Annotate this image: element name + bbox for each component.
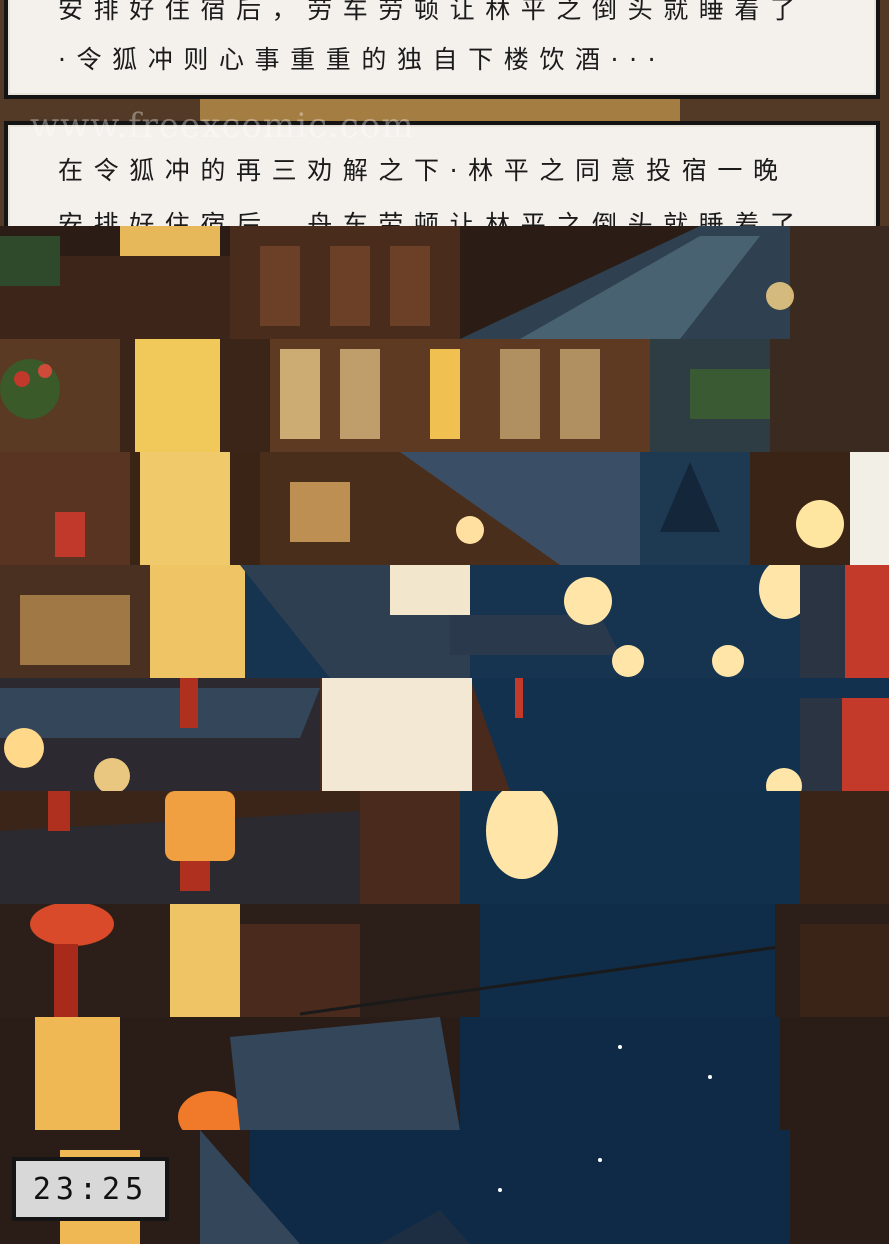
clock-display: 23:25 (12, 1157, 169, 1221)
scene-strip-5 (0, 678, 889, 791)
scene-strip-6 (0, 791, 889, 904)
scene-strip-4 (0, 565, 889, 678)
scene-strip-7 (0, 904, 889, 1017)
scene-strip-3 (0, 452, 889, 565)
scene-strip-1 (0, 226, 889, 339)
scene-strip-2 (0, 339, 889, 452)
narration-line-1: 在令狐冲的再三劝解之下·林平之同意投宿一晚 (58, 156, 789, 185)
narration-line-2: ·令狐冲则心事重重的独自下楼饮酒··· (58, 45, 667, 74)
watermark: www.freexcomic.com (30, 106, 415, 146)
narration-panel-top: 安排好住宿后，劳车劳顿让林平之倒头就睡着了 ·令狐冲则心事重重的独自下楼饮酒··… (4, 0, 880, 99)
narration-line-1: 安排好住宿后，劳车劳顿让林平之倒头就睡着了 (58, 0, 806, 24)
scene-strip-8 (0, 1017, 889, 1130)
